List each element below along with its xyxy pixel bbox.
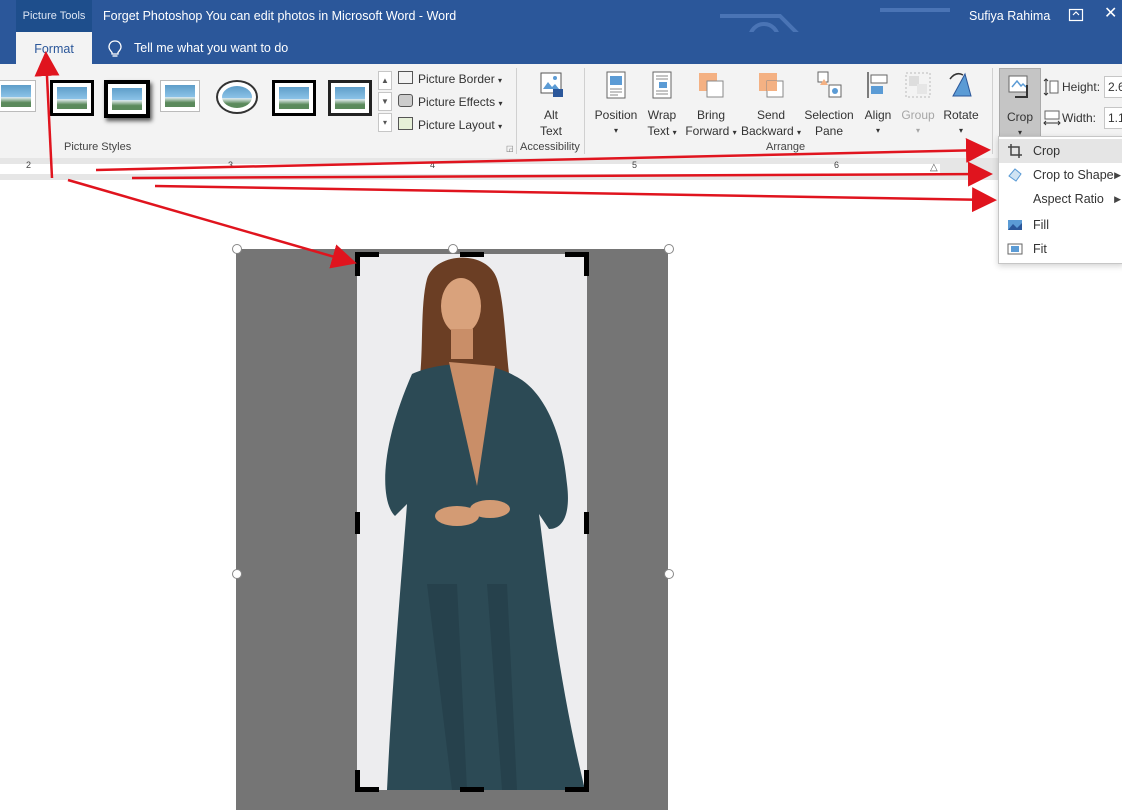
arrow-to-crop-handle — [67, 178, 357, 269]
arrow-to-format-tab — [34, 51, 60, 179]
annotation-arrows — [34, 51, 997, 269]
arrow-to-aspect-ratio — [154, 184, 997, 213]
arrow-to-crop-to-shape — [131, 161, 993, 187]
arrow-to-crop — [95, 137, 991, 172]
